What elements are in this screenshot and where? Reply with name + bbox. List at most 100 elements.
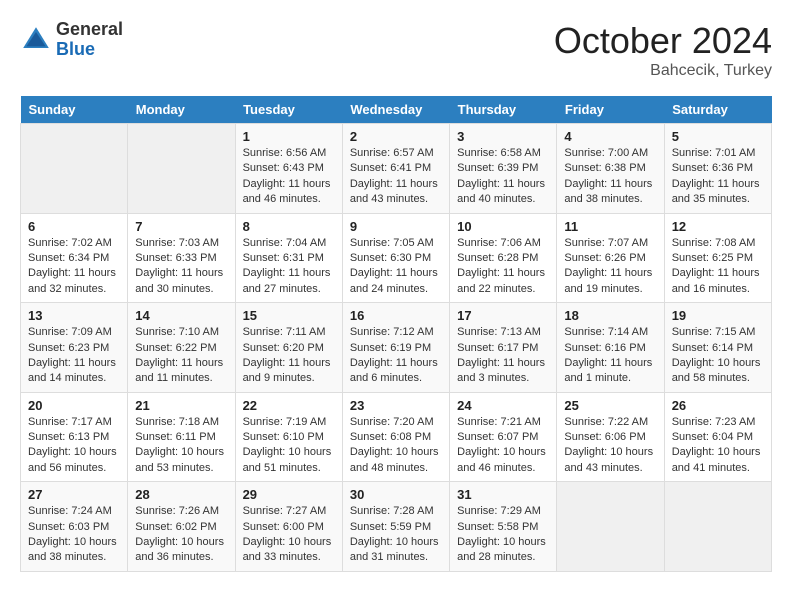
day-number: 22	[243, 398, 335, 413]
calendar-cell: 16 Sunrise: 7:12 AMSunset: 6:19 PMDayligh…	[342, 303, 449, 393]
day-info: Sunrise: 7:14 AMSunset: 6:16 PMDaylight:…	[564, 325, 656, 387]
weekday-header-row: SundayMondayTuesdayWednesdayThursdayFrid…	[21, 96, 772, 124]
calendar-cell: 3Sunrise: 6:58 AMSunset: 6:39 PMDaylight…	[450, 124, 557, 214]
day-number: 13	[28, 308, 120, 323]
day-number: 21	[135, 398, 227, 413]
day-number: 15	[243, 308, 335, 323]
calendar-cell: 5 Sunrise: 7:01 AMSunset: 6:36 PMDaylight…	[664, 124, 771, 214]
day-info: Sunrise: 7:00 AMSunset: 6:38 PMDaylight:…	[564, 146, 656, 208]
day-number: 31	[457, 487, 549, 502]
calendar-cell: 17Sunrise: 7:13 AMSunset: 6:17 PMDayligh…	[450, 303, 557, 393]
day-info: Sunrise: 7:19 AMSunset: 6:10 PMDaylight:…	[243, 415, 335, 477]
logo: General Blue	[20, 20, 123, 60]
day-number: 19	[672, 308, 764, 323]
weekday-header-thursday: Thursday	[450, 96, 557, 124]
month-title: October 2024	[554, 20, 772, 62]
calendar-cell: 28 Sunrise: 7:26 AMSunset: 6:02 PMDayligh…	[128, 482, 235, 572]
day-info: Sunrise: 7:04 AMSunset: 6:31 PMDaylight:…	[243, 236, 335, 298]
day-info: Sunrise: 7:06 AMSunset: 6:28 PMDaylight:…	[457, 236, 549, 298]
day-info: Sunrise: 7:01 AMSunset: 6:36 PMDaylight:…	[672, 146, 764, 208]
day-info: Sunrise: 7:18 AMSunset: 6:11 PMDaylight:…	[135, 415, 227, 477]
calendar-cell: 13 Sunrise: 7:09 AMSunset: 6:23 PMDayligh…	[21, 303, 128, 393]
day-info: Sunrise: 7:26 AMSunset: 6:02 PMDaylight:…	[135, 504, 227, 566]
calendar-cell	[128, 124, 235, 214]
calendar-cell: 12 Sunrise: 7:08 AMSunset: 6:25 PMDayligh…	[664, 213, 771, 303]
day-number: 14	[135, 308, 227, 323]
weekday-header-wednesday: Wednesday	[342, 96, 449, 124]
calendar-cell: 18 Sunrise: 7:14 AMSunset: 6:16 PMDayligh…	[557, 303, 664, 393]
weekday-header-sunday: Sunday	[21, 96, 128, 124]
day-info: Sunrise: 7:02 AMSunset: 6:34 PMDaylight:…	[28, 236, 120, 298]
day-info: Sunrise: 7:11 AMSunset: 6:20 PMDaylight:…	[243, 325, 335, 387]
day-info: Sunrise: 7:20 AMSunset: 6:08 PMDaylight:…	[350, 415, 442, 477]
day-number: 5	[672, 129, 764, 144]
calendar-cell	[557, 482, 664, 572]
calendar-cell: 27 Sunrise: 7:24 AMSunset: 6:03 PMDayligh…	[21, 482, 128, 572]
calendar-table: SundayMondayTuesdayWednesdayThursdayFrid…	[20, 96, 772, 572]
calendar-cell	[21, 124, 128, 214]
day-info: Sunrise: 7:21 AMSunset: 6:07 PMDaylight:…	[457, 415, 549, 477]
day-info: Sunrise: 6:56 AMSunset: 6:43 PMDaylight:…	[243, 146, 335, 208]
day-number: 3	[457, 129, 549, 144]
day-info: Sunrise: 7:29 AMSunset: 5:58 PMDaylight:…	[457, 504, 549, 566]
day-info: Sunrise: 7:27 AMSunset: 6:00 PMDaylight:…	[243, 504, 335, 566]
calendar-cell: 1 Sunrise: 6:56 AMSunset: 6:43 PMDaylight…	[235, 124, 342, 214]
calendar-cell: 7 Sunrise: 7:03 AMSunset: 6:33 PMDaylight…	[128, 213, 235, 303]
calendar-cell: 14 Sunrise: 7:10 AMSunset: 6:22 PMDayligh…	[128, 303, 235, 393]
day-info: Sunrise: 7:13 AMSunset: 6:17 PMDaylight:…	[457, 325, 549, 387]
location-subtitle: Bahcecik, Turkey	[554, 62, 772, 80]
day-number: 10	[457, 219, 549, 234]
day-number: 7	[135, 219, 227, 234]
day-info: Sunrise: 7:08 AMSunset: 6:25 PMDaylight:…	[672, 236, 764, 298]
day-info: Sunrise: 7:05 AMSunset: 6:30 PMDaylight:…	[350, 236, 442, 298]
day-number: 6	[28, 219, 120, 234]
calendar-week-row: 27 Sunrise: 7:24 AMSunset: 6:03 PMDayligh…	[21, 482, 772, 572]
calendar-cell: 24Sunrise: 7:21 AMSunset: 6:07 PMDayligh…	[450, 392, 557, 482]
calendar-week-row: 20Sunrise: 7:17 AMSunset: 6:13 PMDayligh…	[21, 392, 772, 482]
day-number: 2	[350, 129, 442, 144]
day-info: Sunrise: 7:24 AMSunset: 6:03 PMDaylight:…	[28, 504, 120, 566]
day-info: Sunrise: 7:22 AMSunset: 6:06 PMDaylight:…	[564, 415, 656, 477]
weekday-header-saturday: Saturday	[664, 96, 771, 124]
logo-general-text: General	[56, 20, 123, 40]
day-info: Sunrise: 7:12 AMSunset: 6:19 PMDaylight:…	[350, 325, 442, 387]
day-info: Sunrise: 7:07 AMSunset: 6:26 PMDaylight:…	[564, 236, 656, 298]
day-number: 8	[243, 219, 335, 234]
calendar-cell: 8 Sunrise: 7:04 AMSunset: 6:31 PMDaylight…	[235, 213, 342, 303]
calendar-cell: 29 Sunrise: 7:27 AMSunset: 6:00 PMDayligh…	[235, 482, 342, 572]
calendar-cell: 26Sunrise: 7:23 AMSunset: 6:04 PMDayligh…	[664, 392, 771, 482]
calendar-cell: 11Sunrise: 7:07 AMSunset: 6:26 PMDayligh…	[557, 213, 664, 303]
weekday-header-tuesday: Tuesday	[235, 96, 342, 124]
calendar-cell: 31 Sunrise: 7:29 AMSunset: 5:58 PMDayligh…	[450, 482, 557, 572]
day-number: 25	[564, 398, 656, 413]
day-number: 1	[243, 129, 335, 144]
calendar-week-row: 13 Sunrise: 7:09 AMSunset: 6:23 PMDayligh…	[21, 303, 772, 393]
calendar-cell: 22 Sunrise: 7:19 AMSunset: 6:10 PMDayligh…	[235, 392, 342, 482]
calendar-cell	[664, 482, 771, 572]
day-info: Sunrise: 7:10 AMSunset: 6:22 PMDaylight:…	[135, 325, 227, 387]
day-number: 27	[28, 487, 120, 502]
day-number: 16	[350, 308, 442, 323]
calendar-week-row: 6 Sunrise: 7:02 AMSunset: 6:34 PMDaylight…	[21, 213, 772, 303]
day-info: Sunrise: 7:03 AMSunset: 6:33 PMDaylight:…	[135, 236, 227, 298]
day-info: Sunrise: 7:15 AMSunset: 6:14 PMDaylight:…	[672, 325, 764, 387]
day-number: 4	[564, 129, 656, 144]
day-number: 9	[350, 219, 442, 234]
day-number: 18	[564, 308, 656, 323]
calendar-cell: 15 Sunrise: 7:11 AMSunset: 6:20 PMDayligh…	[235, 303, 342, 393]
logo-blue-text: Blue	[56, 40, 123, 60]
weekday-header-friday: Friday	[557, 96, 664, 124]
day-info: Sunrise: 7:09 AMSunset: 6:23 PMDaylight:…	[28, 325, 120, 387]
day-number: 12	[672, 219, 764, 234]
calendar-cell: 30Sunrise: 7:28 AMSunset: 5:59 PMDayligh…	[342, 482, 449, 572]
logo-icon	[20, 24, 52, 56]
calendar-cell: 4 Sunrise: 7:00 AMSunset: 6:38 PMDaylight…	[557, 124, 664, 214]
calendar-cell: 10 Sunrise: 7:06 AMSunset: 6:28 PMDayligh…	[450, 213, 557, 303]
day-number: 28	[135, 487, 227, 502]
day-number: 30	[350, 487, 442, 502]
calendar-cell: 6 Sunrise: 7:02 AMSunset: 6:34 PMDaylight…	[21, 213, 128, 303]
calendar-cell: 9 Sunrise: 7:05 AMSunset: 6:30 PMDaylight…	[342, 213, 449, 303]
day-info: Sunrise: 6:57 AMSunset: 6:41 PMDaylight:…	[350, 146, 442, 208]
day-number: 29	[243, 487, 335, 502]
day-number: 23	[350, 398, 442, 413]
